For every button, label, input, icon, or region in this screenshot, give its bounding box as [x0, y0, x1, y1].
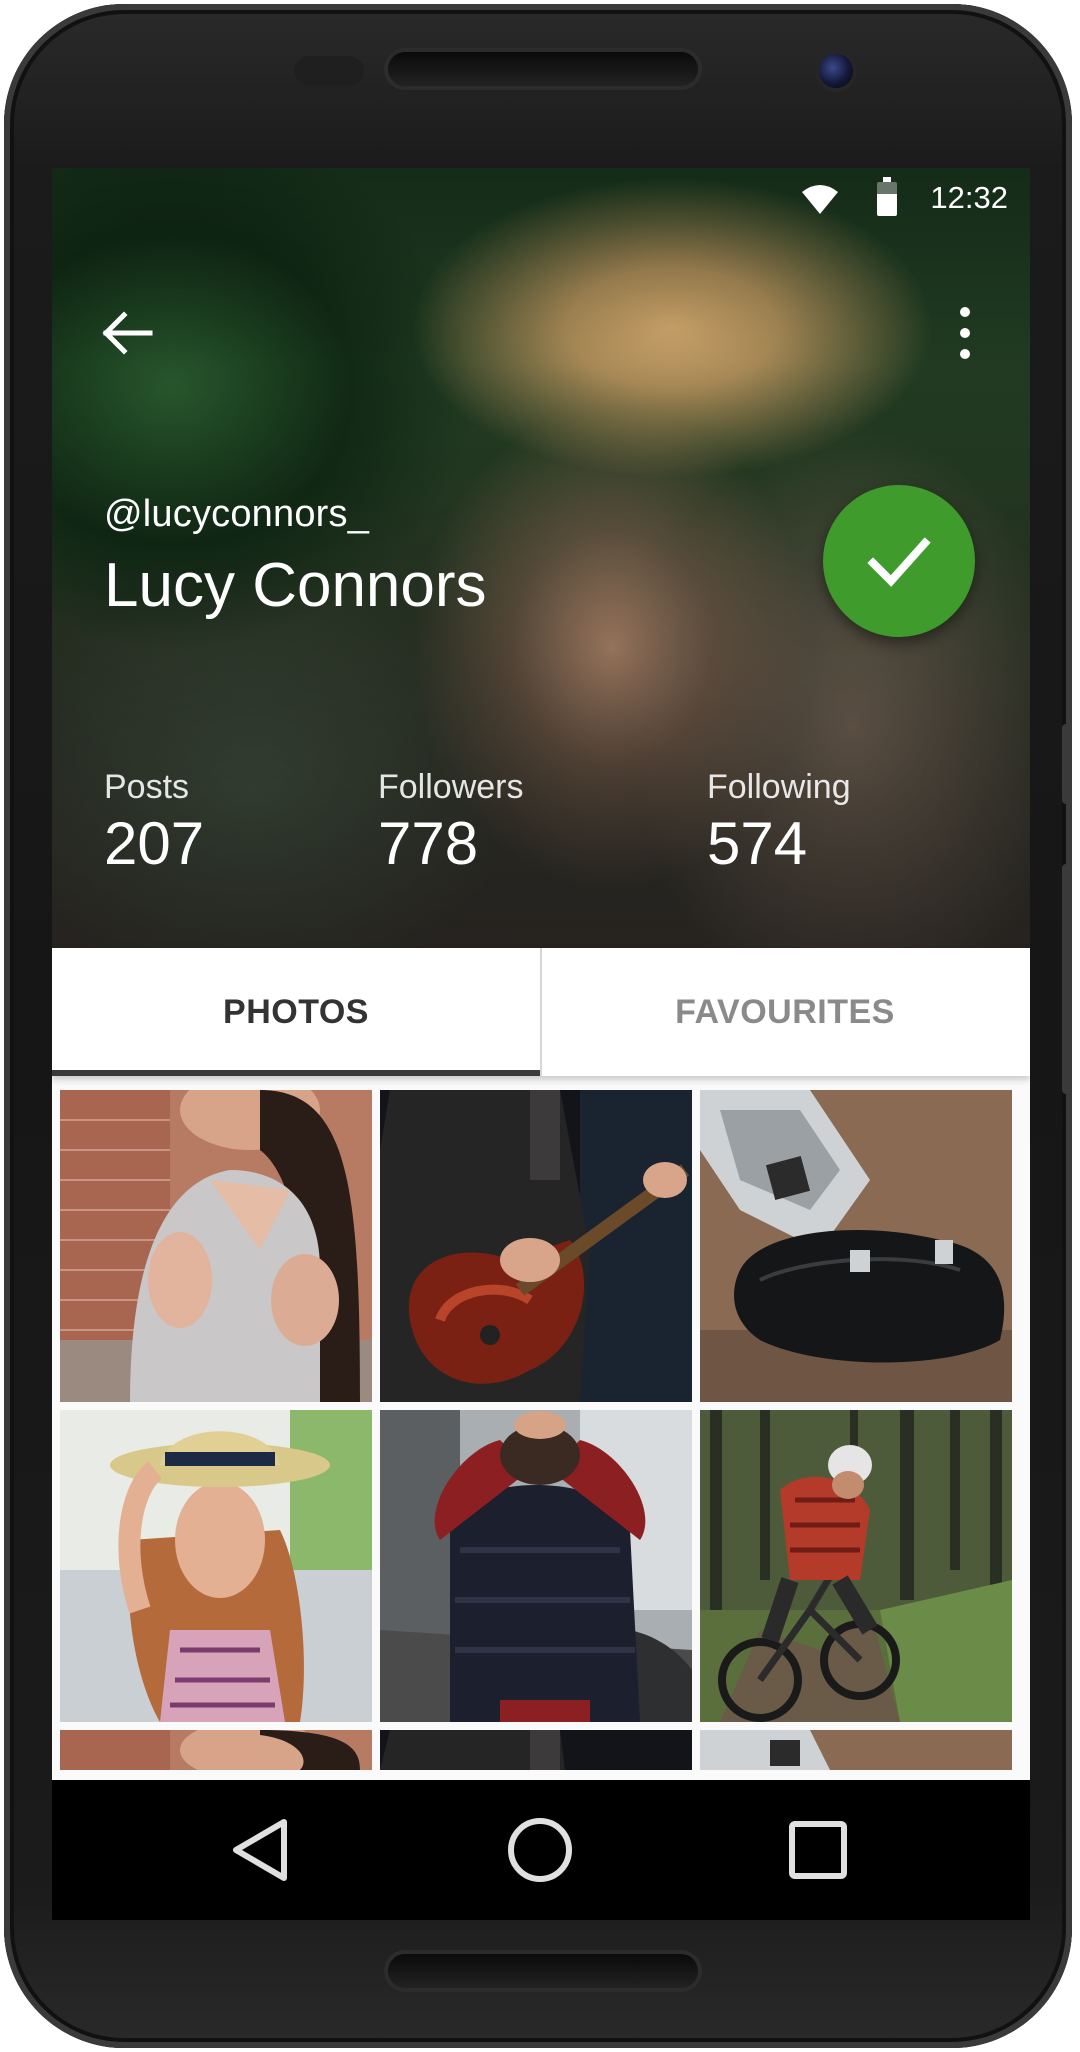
stat-label: Following	[707, 768, 851, 806]
tab-photos[interactable]: PHOTOS	[52, 948, 540, 1076]
stat-value: 778	[378, 810, 479, 877]
profile-name: Lucy Connors	[104, 551, 487, 620]
profile-handle: @lucyconnors_	[104, 493, 370, 535]
battery-icon	[877, 177, 897, 216]
power-button	[1062, 864, 1072, 1094]
nav-back-icon[interactable]	[222, 1810, 302, 1890]
stat-followers[interactable]: Followers 778	[378, 768, 523, 878]
photo-thumbnail[interactable]	[380, 1090, 692, 1402]
navigation-bar	[52, 1780, 1030, 1920]
volume-button	[1062, 724, 1072, 804]
profile-header: 12:32 @lucyconnors_ Lucy Connors Posts 2…	[52, 168, 1030, 948]
sensor	[294, 56, 364, 86]
tab-favourites[interactable]: FAVOURITES	[541, 948, 1029, 1076]
tab-bar: PHOTOS FAVOURITES	[52, 948, 1030, 1076]
photo-thumbnail[interactable]	[60, 1090, 372, 1402]
stat-posts[interactable]: Posts 207	[104, 768, 204, 878]
stat-label: Followers	[378, 768, 524, 806]
front-camera	[819, 54, 853, 88]
photo-thumbnail[interactable]	[700, 1410, 1012, 1722]
photo-thumbnail[interactable]	[60, 1410, 372, 1722]
status-bar: 12:32	[52, 168, 1030, 232]
screen: 12:32 @lucyconnors_ Lucy Connors Posts 2…	[52, 168, 1030, 1780]
stat-value: 574	[707, 810, 808, 877]
stat-following[interactable]: Following 574	[707, 768, 851, 878]
photo-thumbnail[interactable]	[60, 1730, 372, 1770]
photo-thumbnail[interactable]	[380, 1730, 692, 1770]
photo-thumbnail[interactable]	[700, 1090, 1012, 1402]
stat-value: 207	[104, 810, 205, 877]
photo-thumbnail[interactable]	[380, 1410, 692, 1722]
nav-home-icon[interactable]	[500, 1810, 580, 1890]
top-speaker	[388, 52, 698, 86]
status-time: 12:32	[930, 180, 1008, 215]
nav-recents-icon[interactable]	[778, 1810, 858, 1890]
check-icon	[867, 537, 931, 587]
stat-label: Posts	[104, 768, 190, 806]
more-vert-icon[interactable]	[940, 298, 990, 368]
arrow-back-icon[interactable]	[92, 298, 162, 368]
tab-indicator	[52, 1070, 540, 1076]
bottom-speaker	[388, 1954, 698, 1988]
follow-button[interactable]	[823, 485, 975, 637]
photo-thumbnail[interactable]	[700, 1730, 1012, 1770]
wifi-icon	[802, 185, 838, 214]
